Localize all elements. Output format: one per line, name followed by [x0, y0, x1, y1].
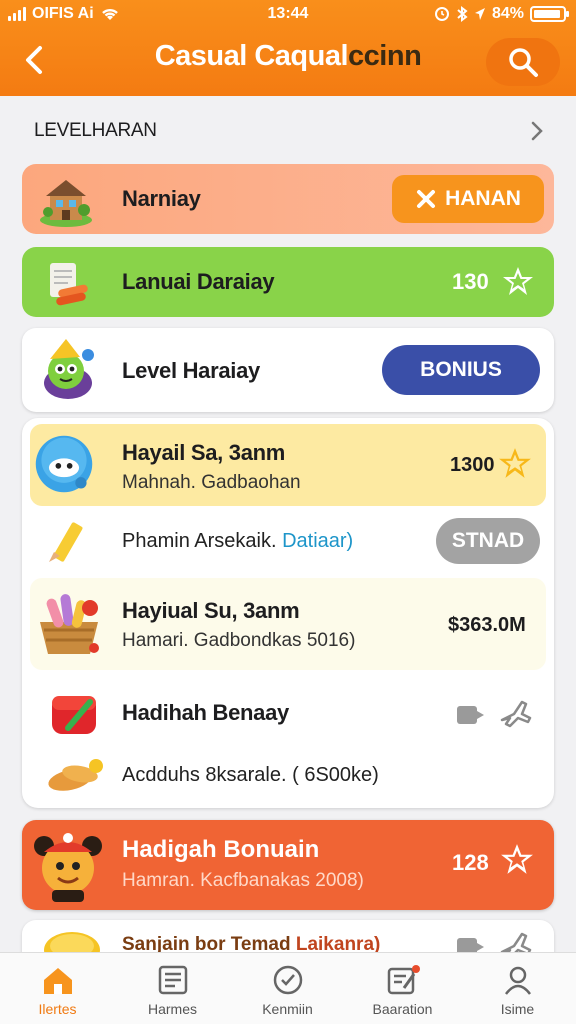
list-item-subtitle: Acdduhs 8ksarale. ( 6S00ke) [122, 764, 379, 786]
page-title-main: Casual Caqual [154, 40, 349, 72]
level-section-title-text: LEVELHARAN [34, 120, 157, 141]
card-label: Lanuai Daraiay [122, 269, 275, 294]
card-narniay[interactable]: Narniay HANAN [22, 164, 554, 234]
bluetooth-icon [457, 6, 468, 22]
tab-label: Isime [500, 1001, 535, 1017]
list-item-subtitle: Phamin Arsekaik. Datiaar) [122, 530, 353, 553]
basket-icon [32, 586, 106, 662]
stnad-button[interactable]: STNAD [436, 518, 540, 564]
tab-label: Harmes [147, 1001, 197, 1017]
scroll-icon [34, 251, 98, 315]
list-item[interactable]: Hayiual Su, 3anm Hamari. Gadbondkas 5016… [30, 578, 546, 670]
gift-box-icon [52, 696, 96, 734]
bottom-tab-bar: Ilertes Harmes Kenmiin Baaration Isime [0, 952, 576, 1024]
location-icon [474, 8, 485, 20]
list-item-subtitle: Mahnah. Gadbaohan [122, 472, 301, 493]
list-item[interactable]: Acdduhs 8ksarale. ( 6S00ke) [22, 746, 554, 808]
status-bar: OIFIS Ai 13:44 84% [0, 0, 576, 30]
tab-profile[interactable]: Isime [460, 953, 575, 1024]
battery-percent: 84% [491, 5, 524, 22]
reward-list: Hayail Sa, 3anm Mahnah. Gadbaohan 1300 P… [22, 418, 554, 808]
battery-icon [530, 6, 569, 22]
amount-value: $363.0M [448, 614, 526, 636]
score-value: 128 [452, 850, 489, 875]
list-item-title: Hadihah Benaay [122, 700, 289, 725]
tab-harmes[interactable]: Harmes [115, 953, 230, 1024]
pencil-icon [49, 522, 83, 562]
list-item-link[interactable]: Datiaar) [282, 530, 353, 552]
list-item-title: Hayiual Su, 3anm [122, 598, 300, 623]
list-icon [153, 963, 193, 997]
house-icon [34, 168, 98, 232]
check-circle-icon [268, 963, 308, 997]
bonus-button-label: BONIUS [420, 358, 502, 381]
snack-icon [48, 759, 103, 791]
level-section-title: LEVELHARAN [34, 120, 157, 142]
level-section-header[interactable]: LEVELHARAN [0, 104, 576, 154]
list-item[interactable]: Hayail Sa, 3anm Mahnah. Gadbaohan 1300 [30, 424, 546, 506]
star-icon [499, 448, 531, 478]
plane-icon[interactable] [498, 696, 534, 730]
list-item-subtitle: Hamari. Gadbondkas 5016) [122, 630, 356, 651]
puzzle-icon [417, 190, 436, 208]
list-item[interactable]: Phamin Arsekaik. Datiaar) STNAD [22, 506, 554, 578]
tab-kenmiin[interactable]: Kenmiin [230, 953, 345, 1024]
chevron-right-icon [531, 121, 543, 141]
bear-mascot-icon [30, 826, 106, 906]
bonus-card-title: Hadigah Bonuain [122, 836, 320, 863]
list-item-subtitle-text: Phamin Arsekaik. [122, 530, 277, 552]
card-label: Level Haraiay [122, 358, 260, 383]
alarm-icon [434, 7, 449, 21]
star-icon [501, 844, 533, 874]
search-icon [509, 48, 538, 77]
tab-label: Baaration [372, 1001, 433, 1017]
blue-creature-icon [32, 432, 96, 496]
tab-label: Kenmiin [262, 1001, 313, 1017]
edit-icon [383, 963, 423, 997]
tab-label: Ilertes [38, 1001, 77, 1017]
app-header: OIFIS Ai 13:44 84% Casual Caqualccinn [0, 0, 576, 96]
stnad-button-label: STNAD [451, 529, 525, 552]
tab-baaration[interactable]: Baaration [345, 953, 460, 1024]
bonus-card-subtitle: Hamran. Kacfbanakas 2008) [122, 870, 364, 891]
card-level-haraiay[interactable]: Level Haraiay BONIUS [22, 328, 554, 412]
score-value: 1300 [450, 454, 495, 476]
home-icon [38, 963, 78, 997]
card-label: Narniay [122, 186, 201, 211]
status-right: 84% [434, 5, 569, 23]
hanan-button-label: HANAN [445, 187, 521, 210]
list-item-title: Hayail Sa, 3anm [122, 440, 286, 465]
score-value: 130 [452, 269, 489, 294]
star-icon [503, 267, 533, 295]
wizard-mascot-icon [36, 336, 100, 400]
search-button[interactable] [486, 38, 560, 86]
page-title-tail: ccinn [348, 40, 422, 72]
user-icon [498, 963, 538, 997]
hanan-button[interactable]: HANAN [392, 175, 544, 223]
tab-home[interactable]: Ilertes [0, 953, 115, 1024]
bonus-button[interactable]: BONIUS [382, 345, 540, 395]
card-bonus[interactable]: Hadigah Bonuain Hamran. Kacfbanakas 2008… [22, 820, 554, 910]
card-lanuai[interactable]: Lanuai Daraiay 130 [22, 247, 554, 317]
list-item[interactable]: Hadihah Benaay [22, 676, 554, 746]
cup-icon[interactable] [454, 700, 488, 728]
